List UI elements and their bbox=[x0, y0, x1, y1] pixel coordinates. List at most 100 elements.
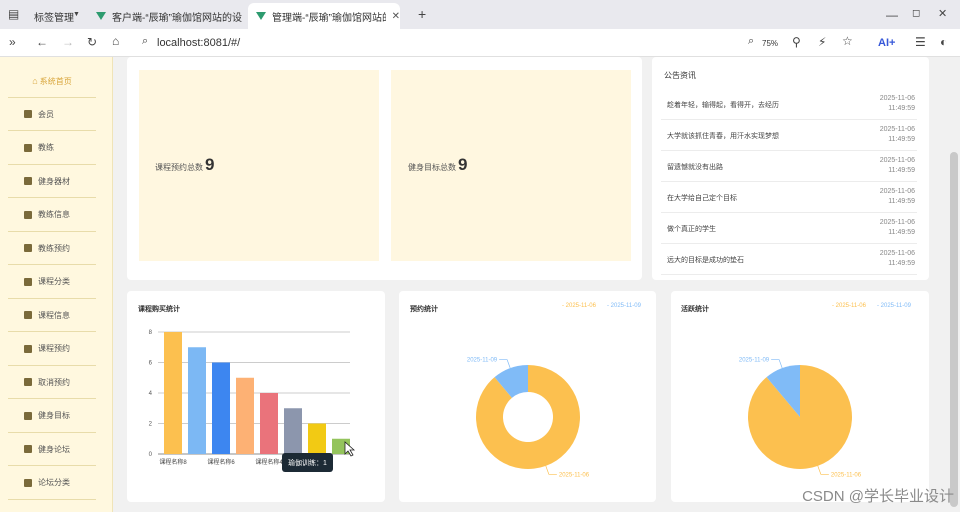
sidebar-item-cancel-booking[interactable]: 取消预约 bbox=[8, 366, 96, 399]
menu-icon bbox=[24, 411, 32, 420]
notice-date: 2025-11-06 11:49:59 bbox=[880, 94, 915, 114]
notice-row[interactable]: 远大的目标是成功的垫石 2025-11-06 11:49:59 bbox=[661, 244, 917, 275]
notice-text[interactable]: 在大学给自己定个目标 bbox=[667, 193, 737, 203]
zoom-level[interactable]: 75% bbox=[762, 39, 778, 48]
sidebar-item-label: 课程信息 bbox=[38, 310, 70, 320]
tab-client[interactable]: 客户端-“辰瑜”瑜伽馆网站的设 bbox=[88, 3, 246, 29]
menu-icon bbox=[24, 445, 32, 453]
key-icon[interactable]: ⚲ bbox=[792, 36, 801, 48]
bolt-icon[interactable]: ⚡ bbox=[818, 36, 826, 48]
sidebar-item-label: 教练信息 bbox=[38, 210, 70, 219]
close-tab-icon[interactable]: ✕ bbox=[392, 11, 400, 22]
close-window-icon[interactable]: ✕ bbox=[938, 9, 947, 20]
watermark: CSDN @学长毕业设计 bbox=[802, 488, 954, 505]
tab-group-label[interactable]: 标签管理 bbox=[34, 9, 74, 24]
menu-icon bbox=[24, 378, 32, 386]
scrollbar-thumb[interactable] bbox=[950, 152, 958, 507]
x-tick-label: 课程名称8 bbox=[159, 458, 187, 466]
zoom-icon[interactable]: ⌕ bbox=[748, 36, 754, 47]
legend-item: - 2025-11-09 bbox=[877, 303, 911, 309]
sidebar-item-course-booking[interactable]: 课程预约 bbox=[8, 333, 96, 366]
sidebar-item-label: 课程分类 bbox=[38, 277, 70, 286]
chevrons-icon[interactable]: » bbox=[9, 36, 16, 48]
new-tab-button[interactable]: + bbox=[418, 7, 426, 21]
reload-icon[interactable]: ↻ bbox=[87, 36, 97, 48]
forward-icon[interactable]: → bbox=[62, 36, 74, 48]
sidebar-item-members[interactable]: 会员 bbox=[8, 98, 96, 131]
sidebar-item-home[interactable]: ⌂ 系统首页 bbox=[8, 65, 96, 98]
notice-text[interactable]: 远大的目标是成功的垫石 bbox=[667, 255, 744, 265]
notice-text[interactable]: 趁着年轻，输得起，看得开，去经历 bbox=[667, 100, 779, 110]
chart-tooltip: 瑜伽训练：1 bbox=[282, 453, 333, 472]
activity-pie-chart: 2025-11-06 2025-11-09 bbox=[739, 358, 862, 479]
sidebar-item-coach-info[interactable]: 教练信息 bbox=[8, 199, 96, 232]
sidebar-toggle-icon[interactable]: ▤ bbox=[8, 8, 19, 20]
menu-icon bbox=[24, 210, 32, 219]
chart-title: 课程购买统计 bbox=[138, 306, 180, 313]
stat-value: 9 bbox=[205, 155, 215, 174]
home-icon[interactable]: ⌂ bbox=[112, 35, 119, 47]
legend-label: 2025-11-06 bbox=[565, 303, 596, 309]
tab-client-title: 客户端-“辰瑜”瑜伽馆网站的设 bbox=[112, 12, 242, 24]
notice-date: 2025-11-06 11:49:59 bbox=[880, 249, 915, 269]
y-tick-label: 6 bbox=[149, 361, 153, 367]
notice-text[interactable]: 大学就该抓住青春，用汗水实现梦想 bbox=[667, 131, 779, 141]
sidebar-item-course-category[interactable]: 课程分类 bbox=[8, 266, 96, 299]
notice-date-time: 11:49:59 bbox=[888, 167, 915, 174]
reading-list-icon[interactable]: ☰ bbox=[915, 36, 926, 48]
stat-label: 健身目标总数 bbox=[408, 163, 456, 172]
sidebar-item-course-info[interactable]: 课程信息 bbox=[8, 299, 96, 332]
sidebar-item-equipment[interactable]: 健身器材 bbox=[8, 165, 96, 198]
notice-row[interactable]: 做个真正的学生 2025-11-06 11:49:59 bbox=[661, 213, 917, 244]
legend-item: - 2025-11-09 bbox=[607, 303, 641, 309]
stat-card-course-bookings: 课程预约总数 9 bbox=[139, 70, 379, 261]
page-scrollbar[interactable] bbox=[948, 57, 960, 512]
star-icon[interactable]: ☆ bbox=[842, 35, 853, 47]
tab-admin[interactable]: 管理端-“辰瑜”瑜伽馆网站的 ✕ bbox=[248, 3, 400, 29]
notice-date: 2025-11-06 11:49:59 bbox=[880, 187, 915, 207]
sidebar-item-label: 教练 bbox=[38, 143, 54, 152]
notice-date-time: 11:49:59 bbox=[888, 260, 915, 267]
menu-icon bbox=[24, 311, 32, 319]
back-icon[interactable]: ← bbox=[36, 36, 48, 48]
notice-row[interactable]: 趁着年轻，输得起，看得开，去经历 2025-11-06 11:49:59 bbox=[661, 89, 917, 120]
legend-item: - 2025-11-06 bbox=[562, 303, 596, 309]
pie-leader-line bbox=[817, 465, 829, 475]
browser-address-bar: » ← → ↻ ⌂ ⌕ localhost:8081/#/ ⌕ 75% ⚲ ⚡ … bbox=[0, 29, 960, 57]
notice-date-day: 2025-11-06 bbox=[879, 188, 915, 195]
restore-icon[interactable]: ◻ bbox=[912, 9, 920, 19]
sidebar-item-fitness-goal[interactable]: 健身目标 bbox=[8, 400, 96, 433]
ai-button[interactable]: AI+ bbox=[878, 37, 895, 49]
sidebar-item-coaches[interactable]: 教练 bbox=[8, 132, 96, 165]
vue-logo-icon bbox=[256, 12, 266, 20]
search-icon: ⌕ bbox=[142, 35, 149, 47]
browser-tab-bar: ▤ 标签管理 ▼ 客户端-“辰瑜”瑜伽馆网站的设 管理端-“辰瑜”瑜伽馆网站的 … bbox=[0, 0, 960, 29]
notice-date-day: 2025-11-06 bbox=[879, 157, 915, 164]
pie-label: 2025-11-06 bbox=[559, 472, 590, 478]
tab-group-dropdown-icon[interactable]: ▼ bbox=[73, 11, 80, 18]
sidebar-item-forum-category[interactable]: 论坛分类 bbox=[8, 467, 96, 500]
sidebar-item-coach-booking[interactable]: 教练预约 bbox=[8, 232, 96, 265]
notice-row[interactable]: 大学就该抓住青春，用汗水实现梦想 2025-11-06 11:49:59 bbox=[661, 120, 917, 151]
legend-item: - 2025-11-06 bbox=[832, 303, 866, 309]
notice-date-day: 2025-11-06 bbox=[879, 126, 915, 133]
notice-text[interactable]: 留遗憾就没有出路 bbox=[667, 162, 723, 172]
minimize-icon[interactable]: — bbox=[886, 9, 898, 21]
notice-row[interactable]: 留遗憾就没有出路 2025-11-06 11:49:59 bbox=[661, 151, 917, 182]
sidebar-item-label: 系统首页 bbox=[39, 76, 72, 86]
notice-row[interactable]: 在大学给自己定个目标 2025-11-06 11:49:59 bbox=[661, 182, 917, 213]
sidebar-item-fitness-forum[interactable]: 健身论坛 bbox=[8, 433, 96, 466]
notice-date-time: 11:49:59 bbox=[888, 198, 915, 205]
sidebar-item-label: 论坛分类 bbox=[38, 478, 70, 487]
sidebar-item-label: 健身器材 bbox=[38, 176, 70, 186]
menu-icon bbox=[24, 277, 32, 286]
stat-card-fitness-goals: 健身目标总数 9 bbox=[391, 70, 631, 261]
notice-date-time: 11:49:59 bbox=[888, 229, 915, 236]
address-input[interactable]: localhost:8081/#/ bbox=[157, 37, 240, 49]
bar bbox=[260, 393, 278, 454]
notice-date: 2025-11-06 11:49:59 bbox=[880, 125, 915, 145]
theme-icon[interactable]: ◐ bbox=[940, 36, 947, 48]
chart-title: 预约统计 bbox=[410, 306, 438, 313]
notice-text[interactable]: 做个真正的学生 bbox=[667, 224, 716, 234]
pie-label: 2025-11-06 bbox=[831, 472, 862, 478]
